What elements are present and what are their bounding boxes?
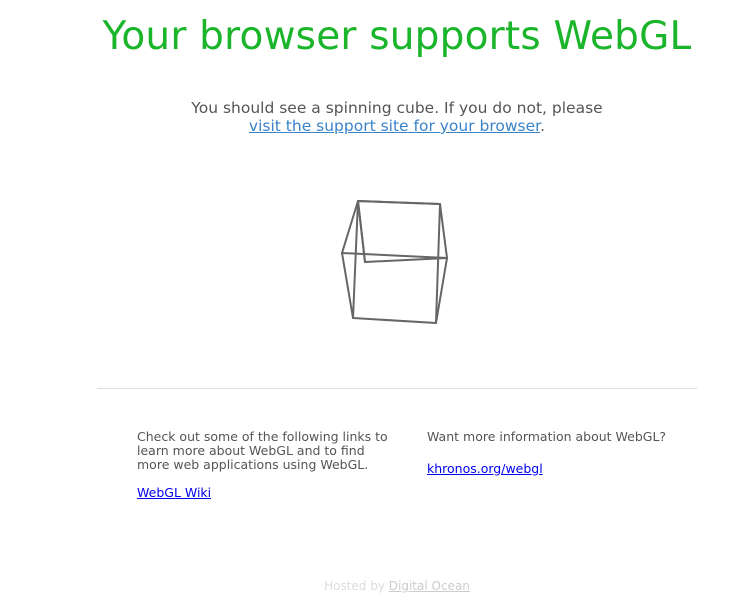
- footer-hosted-by: Hosted by: [324, 579, 385, 593]
- spinning-cube-canvas: [341, 200, 448, 324]
- info-column-right: Want more information about WebGL? khron…: [427, 430, 687, 476]
- cube-back-face: [357, 200, 448, 263]
- intro-period: .: [540, 117, 546, 135]
- info-right-text: Want more information about WebGL?: [427, 429, 667, 444]
- digital-ocean-link[interactable]: Digital Ocean: [389, 579, 470, 593]
- page: Your browser supports WebGL You should s…: [0, 0, 741, 604]
- cube-edge-mid: [341, 252, 448, 259]
- footer: Hosted by Digital Ocean: [0, 579, 741, 593]
- khronos-link[interactable]: khronos.org/webgl: [427, 461, 543, 476]
- intro-text: You should see a spinning cube. If you d…: [0, 99, 741, 135]
- info-left-text: Check out some of the following links to…: [137, 429, 388, 472]
- intro-message: You should see a spinning cube. If you d…: [191, 99, 603, 117]
- section-divider: [97, 388, 697, 389]
- webgl-wiki-link[interactable]: WebGL Wiki: [137, 485, 211, 500]
- support-site-link[interactable]: visit the support site for your browser: [249, 117, 540, 135]
- cube-wireframe: [341, 200, 448, 324]
- cube-edge-left-lower: [341, 252, 354, 319]
- page-title: Your browser supports WebGL: [102, 14, 692, 59]
- info-column-left: Check out some of the following links to…: [137, 430, 397, 500]
